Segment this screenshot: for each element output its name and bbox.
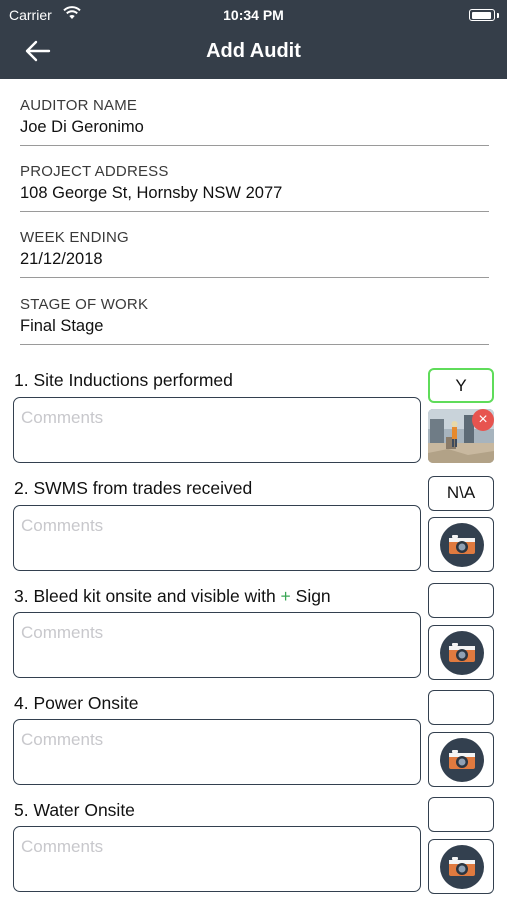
auditor-name-field[interactable]: AUDITOR NAME Joe Di Geronimo: [20, 97, 489, 146]
field-label: AUDITOR NAME: [20, 97, 138, 114]
question-title-text: Sign: [290, 586, 331, 606]
field-label: WEEK ENDING: [20, 229, 129, 246]
question-title-text: 3. Bleed kit onsite and visible with: [14, 586, 281, 606]
field-label: STAGE OF WORK: [20, 296, 149, 313]
field-value[interactable]: Final Stage: [20, 317, 489, 336]
camera-icon: [440, 738, 484, 782]
add-photo-button[interactable]: [428, 517, 494, 572]
plus-symbol: +: [280, 586, 291, 606]
comment-input[interactable]: Comments: [13, 719, 421, 785]
answer-selector[interactable]: [428, 690, 494, 725]
add-photo-button[interactable]: [428, 839, 494, 894]
battery-tip: [497, 13, 499, 18]
camera-icon: [440, 631, 484, 675]
remove-photo-button[interactable]: ×: [472, 409, 494, 431]
answer-selector[interactable]: [428, 797, 494, 832]
answer-selector[interactable]: Y: [428, 368, 494, 403]
camera-icon: [440, 523, 484, 567]
nav-header: Carrier 10:34 PM Add Audit: [0, 0, 507, 79]
field-value[interactable]: 108 George St, Hornsby NSW 2077: [20, 184, 489, 203]
question-title: 1. Site Inductions performed: [14, 370, 233, 390]
camera-icon: [440, 845, 484, 889]
field-label: PROJECT ADDRESS: [20, 163, 169, 180]
comment-input[interactable]: Comments: [13, 397, 421, 463]
answer-selector[interactable]: N\A: [428, 476, 494, 511]
add-photo-button[interactable]: [428, 625, 494, 680]
comment-input[interactable]: Comments: [13, 505, 421, 571]
question-title: 4. Power Onsite: [14, 693, 139, 713]
field-value[interactable]: 21/12/2018: [20, 250, 489, 269]
photo-thumbnail[interactable]: ×: [428, 409, 494, 463]
field-value[interactable]: Joe Di Geronimo: [20, 118, 489, 137]
answer-selector[interactable]: [428, 583, 494, 618]
question-title: 5. Water Onsite: [14, 800, 135, 820]
battery-icon: [469, 9, 495, 21]
battery-level: [471, 11, 492, 19]
page-title: Add Audit: [206, 40, 301, 62]
question-title: 2. SWMS from trades received: [14, 478, 253, 498]
project-address-field[interactable]: PROJECT ADDRESS 108 George St, Hornsby N…: [20, 163, 489, 212]
stage-of-work-field[interactable]: STAGE OF WORK Final Stage: [20, 296, 489, 345]
comment-input[interactable]: Comments: [13, 826, 421, 892]
add-photo-button[interactable]: [428, 732, 494, 787]
clock: 10:34 PM: [223, 7, 284, 23]
question-title: 3. Bleed kit onsite and visible with + S…: [14, 586, 331, 607]
comment-input[interactable]: Comments: [13, 612, 421, 678]
status-bar: Carrier 10:34 PM: [0, 6, 507, 24]
week-ending-field[interactable]: WEEK ENDING 21/12/2018: [20, 229, 489, 278]
